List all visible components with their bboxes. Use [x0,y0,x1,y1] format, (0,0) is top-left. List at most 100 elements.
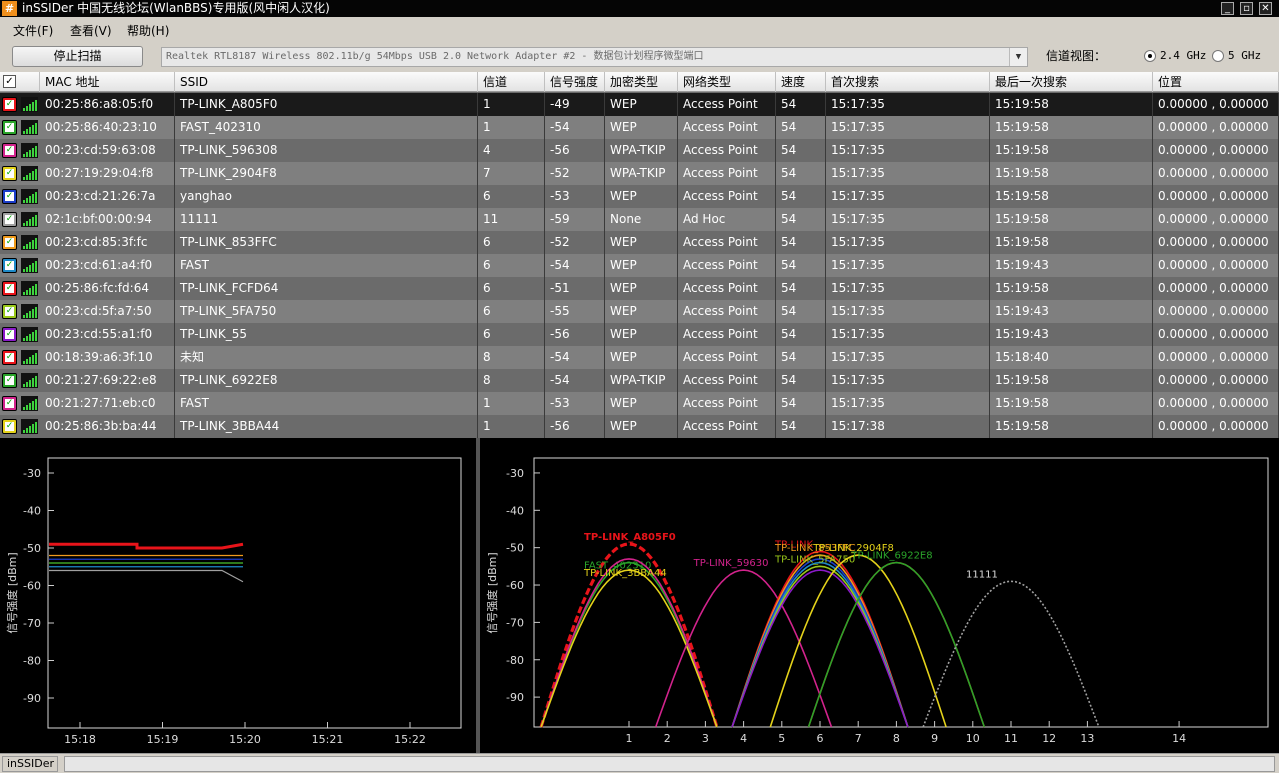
row-checkbox[interactable]: ✓ [2,189,17,204]
table-row[interactable]: ✓ 00:23:cd:85:3f:fc TP-LINK_853FFC 6 -52 WEP A… [0,231,1279,254]
table-row[interactable]: ✓ 00:25:86:3b:ba:44 TP-LINK_3BBA44 1 -56 WEP A… [0,415,1279,438]
menu-file[interactable]: 文件(F) [13,22,53,39]
table-row[interactable]: ✓ 00:25:86:fc:fd:64 TP-LINK_FCFD64 6 -51 WEP A… [0,277,1279,300]
cell-location: 0.00000 , 0.00000 [1153,231,1279,254]
column-header-encryption[interactable]: 加密类型 [605,72,678,92]
table-row[interactable]: ✓ 00:23:cd:21:26:7a yanghao 6 -53 WEP Access P… [0,185,1279,208]
cell-channel: 6 [478,277,545,300]
stop-scan-button[interactable]: 停止扫描 [12,46,143,67]
y-tick-label: -50 [506,542,524,555]
row-checkbox[interactable]: ✓ [2,97,17,112]
check-icon: ✓ [5,421,14,431]
table-row[interactable]: ✓ 02:1c:bf:00:00:94 11111 11 -59 None Ad Hoc 54… [0,208,1279,231]
row-checkbox[interactable]: ✓ [2,419,17,434]
cell-encryption: WEP [605,231,678,254]
network-label: TP-LINK_6922E8 [850,551,932,562]
row-checkbox[interactable]: ✓ [2,120,17,135]
table-row[interactable]: ✓ 00:23:cd:61:a4:f0 FAST 6 -54 WEP Access Poin… [0,254,1279,277]
table-row[interactable]: ✓ 00:18:39:a6:3f:10 未知 8 -54 WEP Access Point 5… [0,346,1279,369]
cell-signal: -59 [545,208,605,231]
cell-network-type: Access Point [678,116,776,139]
menu-help[interactable]: 帮助(H) [127,22,169,39]
cell-speed: 54 [776,277,826,300]
column-header-first-seen[interactable]: 首次搜索 [826,72,990,92]
menu-view[interactable]: 查看(V) [70,22,112,39]
column-header-speed[interactable]: 速度 [776,72,826,92]
cell-last-seen: 15:19:43 [990,254,1153,277]
cell-channel: 4 [478,139,545,162]
column-header-channel[interactable]: 信道 [478,72,545,92]
row-checkbox[interactable]: ✓ [2,304,17,319]
cell-mac: 02:1c:bf:00:00:94 [40,208,175,231]
cell-signal: -52 [545,231,605,254]
minimize-icon[interactable]: _ [1221,2,1234,15]
column-header-ssid[interactable]: SSID [175,72,478,92]
cell-location: 0.00000 , 0.00000 [1153,300,1279,323]
row-checkbox[interactable]: ✓ [2,373,17,388]
table-row[interactable]: ✓ 00:27:19:29:04:f8 TP-LINK_2904F8 7 -52 WPA-… [0,162,1279,185]
cell-first-seen: 15:17:35 [826,139,990,162]
signal-column-header[interactable] [20,72,40,92]
status-bar: inSSIDer [0,753,1279,773]
row-checkbox[interactable]: ✓ [2,350,17,365]
cell-network-type: Access Point [678,392,776,415]
column-header-last-seen[interactable]: 最后一次搜索 [990,72,1153,92]
cell-mac: 00:18:39:a6:3f:10 [40,346,175,369]
signal-bars-icon [21,396,38,411]
cell-channel: 6 [478,185,545,208]
cell-speed: 54 [776,254,826,277]
chevron-down-icon[interactable]: ▼ [1009,48,1027,66]
time-graph: -30 -40 -50 -60 -70 -80 -90 15:18 15:19 15:20 15:2… [5,457,462,746]
cell-speed: 54 [776,93,826,116]
table-row[interactable]: ✓ 00:23:cd:55:a1:f0 TP-LINK_55 6 -56 WEP Acces… [0,323,1279,346]
cell-encryption: WEP [605,300,678,323]
signal-bars-icon [21,166,38,181]
window-titlebar: # inSSIDer 中国无线论坛(WlanBBS)专用版(风中闲人汉化) _ … [0,0,1279,17]
cell-speed: 54 [776,208,826,231]
column-header-network-type[interactable]: 网络类型 [678,72,776,92]
row-checkbox[interactable]: ✓ [2,143,17,158]
y-tick-label: -30 [23,467,41,480]
cell-signal: -53 [545,185,605,208]
network-label: TP-LINK_3BBA44 [583,568,667,579]
row-checkbox[interactable]: ✓ [2,212,17,227]
table-row[interactable]: ✓ 00:21:27:71:eb:c0 FAST 1 -53 WEP Access Poin… [0,392,1279,415]
column-header-signal[interactable]: 信号强度 [545,72,605,92]
cell-ssid: FAST [175,254,478,277]
check-icon: ✓ [5,191,14,201]
maximize-icon[interactable]: ▫ [1240,2,1253,15]
close-icon[interactable]: ✕ [1259,2,1272,15]
row-checkbox[interactable]: ✓ [2,281,17,296]
row-checkbox[interactable]: ✓ [2,258,17,273]
row-checkbox[interactable]: ✓ [2,166,17,181]
table-row[interactable]: ✓ 00:21:27:69:22:e8 TP-LINK_6922E8 8 -54 WPA-… [0,369,1279,392]
cell-first-seen: 15:17:38 [826,415,990,438]
column-header-mac[interactable]: MAC 地址 [40,72,175,92]
cell-channel: 1 [478,93,545,116]
table-row[interactable]: ✓ 00:23:cd:5f:a7:50 TP-LINK_5FA750 6 -55 WEP A… [0,300,1279,323]
cell-encryption: WEP [605,254,678,277]
select-all-checkbox[interactable]: ✓ [3,75,16,88]
cell-mac: 00:25:86:3b:ba:44 [40,415,175,438]
row-checkbox[interactable]: ✓ [2,396,17,411]
cell-signal: -51 [545,277,605,300]
band-5-radio[interactable] [1212,50,1224,62]
cell-channel: 1 [478,116,545,139]
band-24-radio[interactable] [1144,50,1156,62]
table-row[interactable]: ✓ 00:25:86:40:23:10 FAST_402310 1 -54 WEP Acce… [0,116,1279,139]
cell-location: 0.00000 , 0.00000 [1153,93,1279,116]
column-header-location[interactable]: 位置 [1153,72,1279,92]
cell-signal: -54 [545,369,605,392]
cell-last-seen: 15:19:58 [990,415,1153,438]
row-checkbox[interactable]: ✓ [2,327,17,342]
cell-location: 0.00000 , 0.00000 [1153,254,1279,277]
table-row[interactable]: ✓ 00:23:cd:59:63:08 TP-LINK_596308 4 -56 WPA-… [0,139,1279,162]
signal-bars-icon [21,120,38,135]
row-checkbox[interactable]: ✓ [2,235,17,250]
table-row[interactable]: ✓ 00:25:86:a8:05:f0 TP-LINK_A805F0 1 -49 WEP A… [0,93,1279,116]
cell-ssid: yanghao [175,185,478,208]
signal-bars-icon [21,212,38,227]
adapter-select[interactable]: Realtek RTL8187 Wireless 802.11b/g 54Mbp… [161,47,1028,67]
cell-location: 0.00000 , 0.00000 [1153,139,1279,162]
status-progress [64,756,1275,772]
